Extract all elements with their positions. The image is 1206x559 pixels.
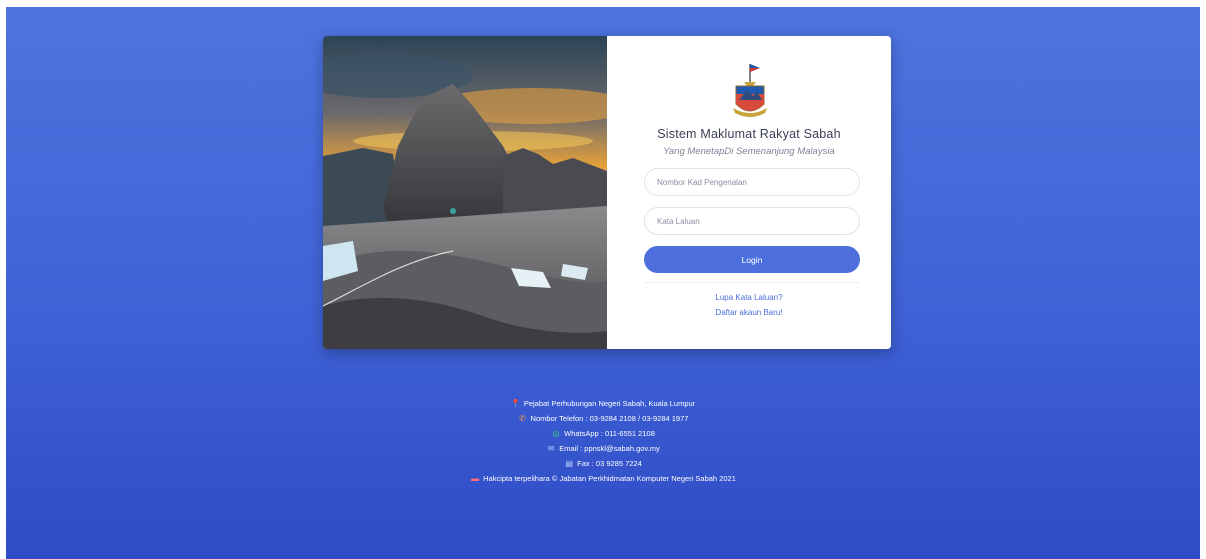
login-card: Sistem Maklumat Rakyat Sabah Yang Meneta… — [323, 36, 891, 349]
footer-fax: ▤ Fax : 03 9285 7224 — [0, 456, 1206, 471]
password-input[interactable] — [644, 207, 860, 235]
login-button[interactable]: Login — [644, 246, 860, 273]
ic-number-input[interactable] — [644, 168, 860, 196]
copyright-text: Hakcipta terpelihara © Jabatan Perkhidma… — [483, 474, 736, 483]
fax-icon: ▤ — [565, 459, 573, 468]
footer-whatsapp: ◎ WhatsApp : 011-6551 2108 — [0, 426, 1206, 441]
book-icon: ▬ — [471, 474, 480, 483]
footer-phone: ✆ Nombor Telefon : 03-9284 2108 / 03-9284… — [0, 411, 1206, 426]
form-divider — [644, 282, 860, 283]
whatsapp-text: WhatsApp : 011-6551 2108 — [564, 429, 655, 438]
login-panel: Sistem Maklumat Rakyat Sabah Yang Meneta… — [607, 36, 891, 349]
footer: 📍 Pejabat Perhubungan Negeri Sabah, Kuala… — [0, 396, 1206, 486]
phone-icon: ✆ — [519, 414, 526, 423]
footer-copyright: ▬ Hakcipta terpelihara © Jabatan Perkhidm… — [0, 471, 1206, 486]
app-subtitle: Yang MenetapDi Semenanjung Malaysia — [663, 146, 835, 157]
address-text: Pejabat Perhubungan Negeri Sabah, Kuala … — [523, 399, 696, 408]
fax-text: Fax : 03 9285 7224 — [577, 459, 642, 468]
footer-email: ✉ Email : ppnskl@sabah.gov.my — [0, 441, 1206, 456]
envelope-icon: ✉ — [547, 444, 555, 453]
app-title: Sistem Maklumat Rakyat Sabah — [657, 127, 841, 141]
sabah-crest-logo — [733, 64, 767, 117]
map-pin-icon: 📍 — [510, 399, 521, 408]
mountain-photo — [323, 36, 607, 349]
register-link[interactable]: Daftar akaun Baru! — [607, 308, 891, 317]
whatsapp-icon: ◎ — [552, 429, 560, 438]
email-text: Email : ppnskl@sabah.gov.my — [559, 444, 660, 453]
forgot-password-link[interactable]: Lupa Kata Laluan? — [607, 293, 891, 302]
phone-text: Nombor Telefon : 03-9284 2108 / 03-9284 … — [530, 414, 689, 423]
footer-address: 📍 Pejabat Perhubungan Negeri Sabah, Kuala… — [0, 396, 1206, 411]
